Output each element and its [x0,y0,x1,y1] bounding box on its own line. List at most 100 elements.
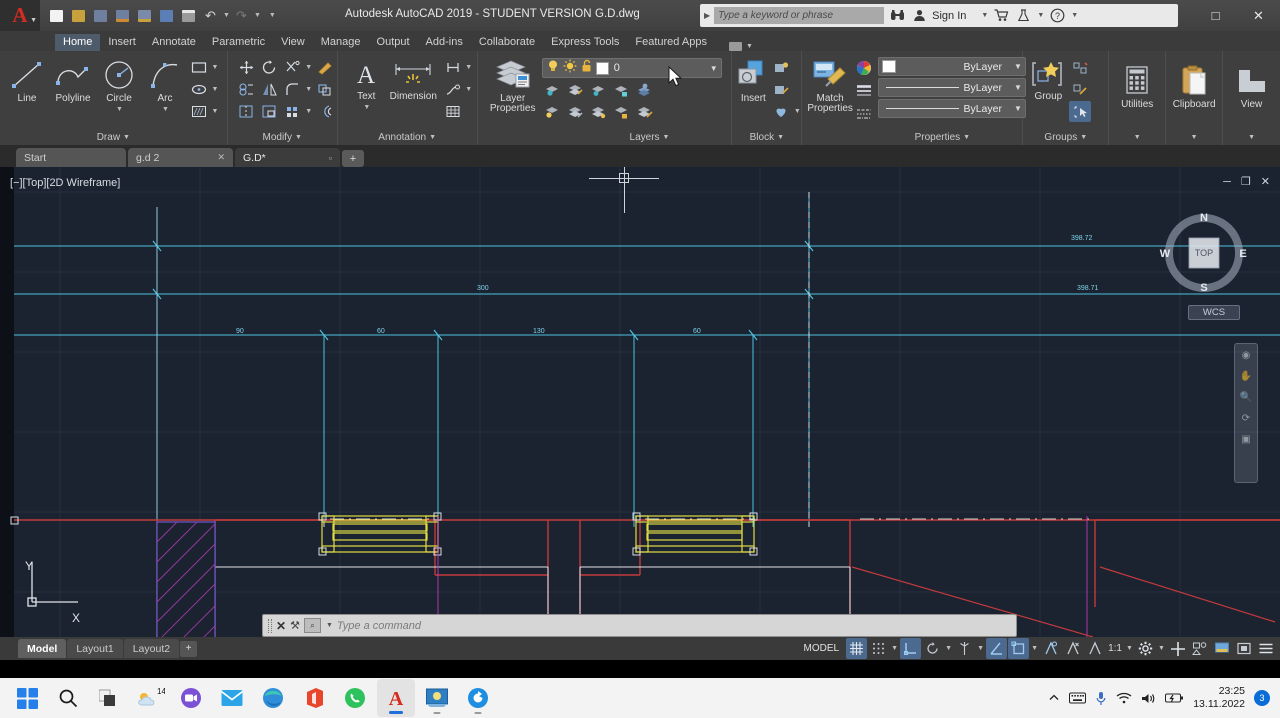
current-layer-combo[interactable]: 0 ▼ [541,58,722,78]
panel-view-expand[interactable]: ▼ [1223,129,1280,145]
close-button[interactable]: ✕ [1237,0,1280,31]
microphone-icon[interactable] [1095,691,1107,706]
zoom-app-button[interactable] [172,679,210,717]
help-dropdown-icon[interactable]: ▼ [1071,12,1078,19]
grid-display-toggle[interactable] [846,638,868,659]
autocad-app-button[interactable]: A [377,679,415,717]
text-dropdown-icon[interactable]: ▼ [363,104,370,111]
hardware-acceleration-button[interactable] [1211,638,1232,659]
navigation-bar[interactable]: ◉ ✋ 🔍 ⟳ ▣ [1234,343,1258,483]
explode-tool[interactable] [314,79,336,100]
rectangle-tool[interactable] [188,57,210,78]
notification-badge[interactable]: 3 [1254,690,1270,706]
ribbon-display-options[interactable]: ▼ [728,42,753,51]
layer-make-current-tool[interactable] [634,80,656,101]
office-app-button[interactable] [295,679,333,717]
object-snap-toggle[interactable] [1008,638,1030,659]
viewport-minimize-icon[interactable]: ─ [1223,177,1231,188]
create-block-tool[interactable] [770,57,792,78]
block-dropdown-icon[interactable]: ▼ [793,108,801,115]
array-tool[interactable] [282,101,304,122]
volume-icon[interactable] [1141,692,1156,705]
panel-block-title[interactable]: Block ▼ [732,129,801,145]
view-cube[interactable]: TOP N S E W [1158,207,1250,299]
isolate-objects-button[interactable] [1189,638,1210,659]
tab-home[interactable]: Home [55,34,101,51]
workspace-dropdown-icon[interactable]: ▼ [1157,645,1166,652]
selection-cycling-toggle[interactable] [1084,638,1105,659]
layer-lock-tool[interactable] [611,80,633,101]
mirror-tool[interactable] [259,79,281,100]
utilities-tool[interactable]: Utilities [1114,61,1160,110]
polyline-tool[interactable]: Polyline [50,55,96,104]
isometric-drafting-toggle[interactable] [954,638,975,659]
ellipse-tool[interactable] [188,79,210,100]
chevron-down-icon[interactable]: ▼ [1014,104,1022,113]
panel-layers-title[interactable]: Layers ▼ [478,129,732,145]
stretch-tool[interactable] [236,101,258,122]
unlock-icon[interactable] [580,59,593,78]
new-document-tab-button[interactable]: + [342,150,364,167]
panel-modify-title[interactable]: Modify ▼ [228,129,337,145]
layer-freeze-tool[interactable] [588,80,610,101]
pan-icon[interactable]: ✋ [1240,371,1252,382]
arc-tool[interactable]: Arc ▼ [142,55,188,113]
panel-utilities-expand[interactable]: ▼ [1109,129,1165,145]
linear-dimension-tool[interactable] [442,57,464,78]
color-wheel-icon[interactable] [853,57,875,78]
group-selection-toggle[interactable] [1069,101,1092,122]
chevron-down-icon[interactable]: ▼ [326,622,333,629]
hatch-dropdown-icon[interactable]: ▼ [211,108,219,115]
doc-tab-start[interactable]: Start [16,148,126,167]
layout-tab-layout2[interactable]: Layout2 [123,639,180,658]
polar-dropdown-icon[interactable]: ▼ [944,645,953,652]
save-as-button[interactable] [112,5,133,26]
sign-in-label[interactable]: Sign In [932,10,966,22]
panel-properties-title[interactable]: Properties ▼ [802,129,1022,145]
dimension-tool[interactable]: Dimension [385,55,442,102]
scale-dropdown-icon[interactable]: ▼ [1125,645,1134,652]
showmotion-icon[interactable]: ▣ [1241,434,1250,445]
layout-tab-layout1[interactable]: Layout1 [67,639,123,658]
layer-unlock-tool[interactable] [611,102,633,123]
define-attributes-tool[interactable] [770,101,792,122]
autodesk-app-icon[interactable] [1014,7,1032,25]
circle-tool[interactable]: Circle ▼ [96,55,142,113]
tab-collaborate[interactable]: Collaborate [471,34,543,51]
scale-tool[interactable] [259,101,281,122]
offset-tool[interactable] [314,101,336,122]
insert-block-tool[interactable]: Insert [736,55,770,104]
match-properties-tool[interactable]: Match Properties [807,55,853,114]
command-line[interactable]: ✕ ⚒ ⌕ ▼ [262,614,1017,637]
view-tool[interactable]: View [1229,61,1275,110]
layout-tab-model[interactable]: Model [18,639,67,658]
tab-insert[interactable]: Insert [100,34,144,51]
clock[interactable]: 23:25 13.11.2022 [1193,685,1245,711]
plot-button[interactable] [178,5,199,26]
object-linetype-combo[interactable]: ByLayer ▼ [877,99,1026,118]
move-tool[interactable] [236,57,258,78]
model-space-button[interactable]: MODEL [798,643,846,654]
table-tool[interactable] [442,101,464,122]
workspace-settings-button[interactable] [1135,638,1156,659]
group-tool[interactable]: Group [1027,55,1069,102]
ungroup-tool[interactable] [1069,57,1091,78]
ucs-selector[interactable]: WCS [1188,305,1240,320]
lightbulb-on-icon[interactable] [546,59,560,78]
tab-manage[interactable]: Manage [313,34,369,51]
panel-draw-title[interactable]: Draw ▼ [0,129,227,145]
layer-isolate-tool[interactable] [542,80,564,101]
clipboard-tool[interactable]: Clipboard [1171,61,1217,110]
orbit-icon[interactable]: ⟳ [1242,413,1250,424]
close-icon[interactable]: ✕ [217,152,225,163]
signin-dropdown-icon[interactable]: ▼ [981,12,988,19]
tab-output[interactable]: Output [369,34,418,51]
circle-dropdown-icon[interactable]: ▼ [116,106,123,113]
polar-tracking-toggle[interactable] [922,638,943,659]
redo-dropdown-icon[interactable]: ▼ [254,12,261,19]
ortho-mode-toggle[interactable] [900,638,922,659]
steering-wheel-icon[interactable]: ◉ [1242,350,1251,361]
snap-dropdown-icon[interactable]: ▼ [890,645,899,652]
object-snap-tracking-toggle[interactable] [986,638,1008,659]
leader-tool[interactable] [442,79,464,100]
